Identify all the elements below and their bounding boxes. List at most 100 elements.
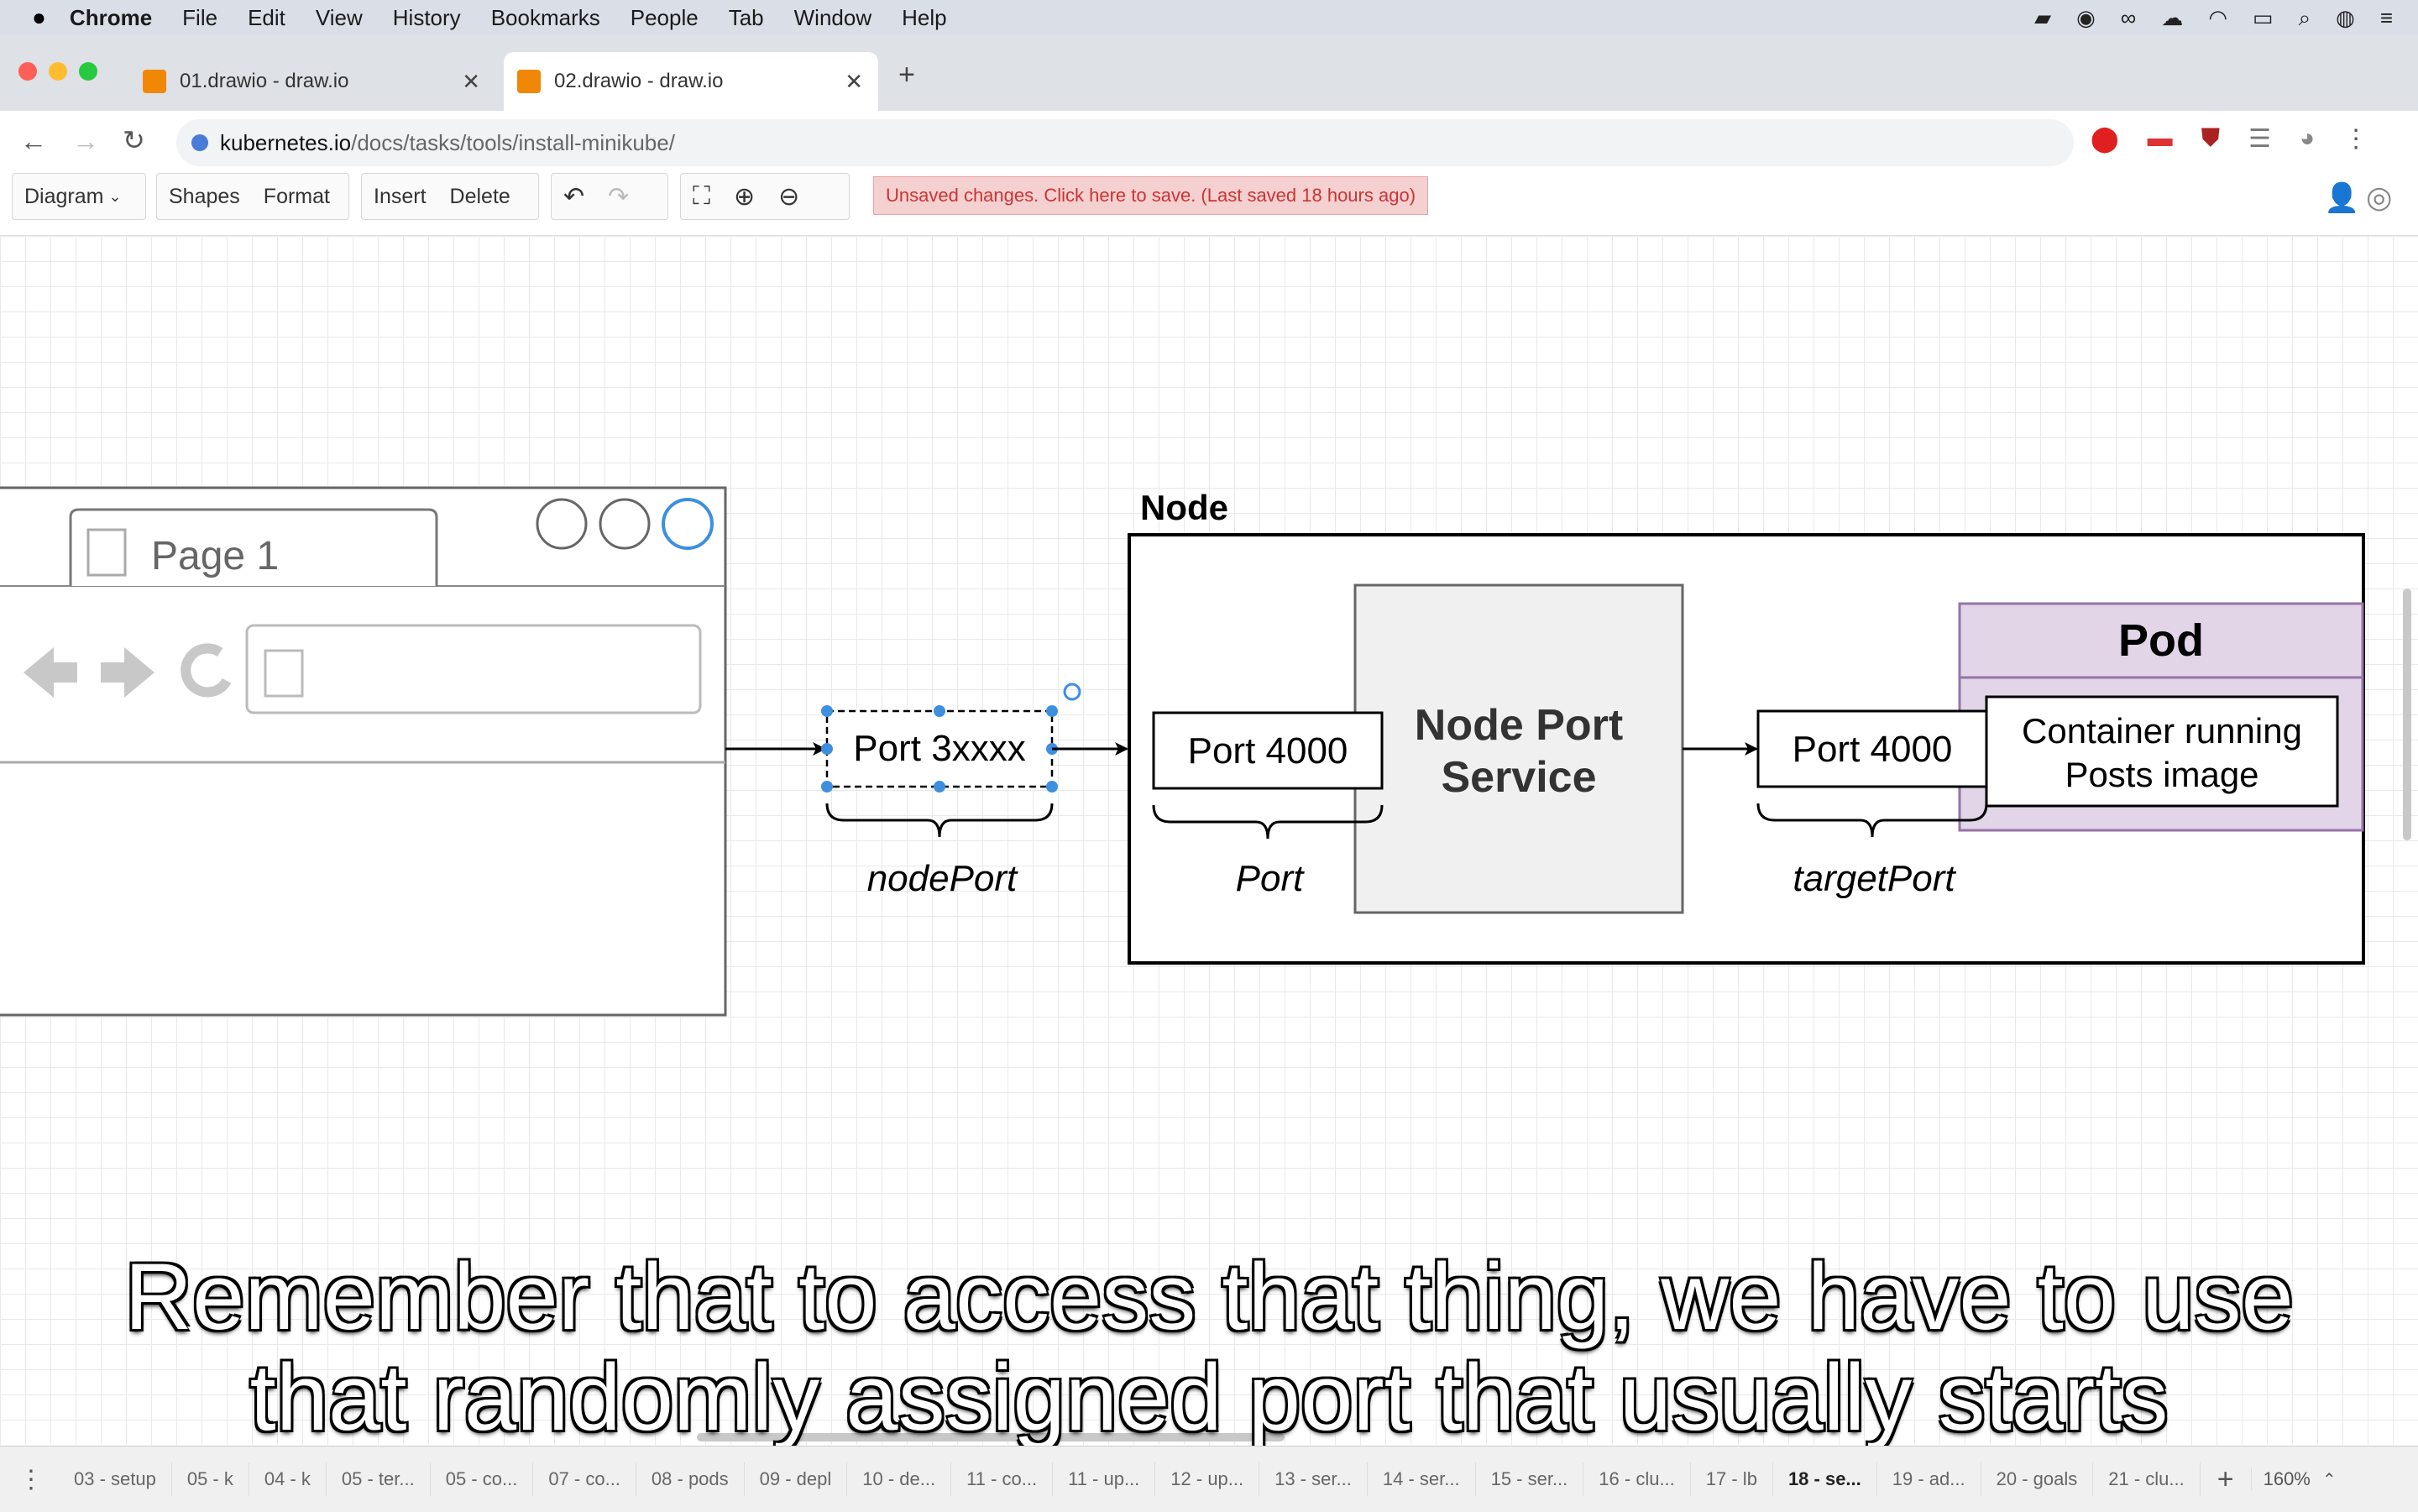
- docker-icon[interactable]: ▰: [2034, 5, 2051, 32]
- close-tab-icon[interactable]: ✕: [845, 69, 863, 95]
- siri-icon[interactable]: ◍: [2336, 5, 2355, 32]
- lines-extension-icon[interactable]: ☰: [2248, 124, 2271, 154]
- page-tab[interactable]: 08 - pods: [636, 1462, 745, 1496]
- shapes-format-group: Shapes Format: [156, 173, 349, 220]
- page-tab[interactable]: 04 - k: [249, 1462, 327, 1496]
- mockup-circle-icon: [536, 498, 588, 550]
- page-tab[interactable]: 16 - clu...: [1583, 1462, 1691, 1496]
- browser-mockup[interactable]: Page 1: [0, 486, 727, 1017]
- shapes-button[interactable]: Shapes: [169, 185, 240, 209]
- target-port-box-label: Port 4000: [1793, 729, 1953, 770]
- menu-edit[interactable]: Edit: [248, 5, 285, 31]
- page-tab[interactable]: 05 - co...: [431, 1462, 534, 1496]
- page-tab[interactable]: 19 - ad...: [1877, 1462, 1981, 1496]
- mockup-address-field: [245, 624, 702, 714]
- maximize-window-button[interactable]: [79, 62, 97, 81]
- page-tab[interactable]: 11 - up...: [1053, 1462, 1156, 1496]
- view-group: ⛶ ⊕ ⊖: [680, 173, 850, 220]
- shield-extension-icon[interactable]: ⛊: [2201, 124, 2221, 154]
- cloud-icon[interactable]: ☁: [2161, 5, 2183, 32]
- wifi-icon[interactable]: ◠: [2208, 5, 2227, 32]
- menu-history[interactable]: History: [393, 5, 461, 31]
- site-info-icon[interactable]: [191, 134, 208, 151]
- page-tab[interactable]: 07 - co...: [533, 1462, 636, 1496]
- macos-menu-bar: ● Chrome File Edit View History Bookmark…: [0, 0, 2418, 35]
- browser-tab-01[interactable]: 01.drawio - draw.io ✕: [134, 52, 495, 111]
- chrome-menu-icon[interactable]: ⋮: [2343, 124, 2368, 154]
- spotlight-search-icon[interactable]: ⌕: [2299, 5, 2311, 32]
- page-tab-active[interactable]: 18 - se...: [1773, 1462, 1877, 1496]
- menu-people[interactable]: People: [631, 5, 699, 31]
- page-tab[interactable]: 15 - ser...: [1476, 1462, 1584, 1496]
- vertical-scrollbar[interactable]: [2403, 589, 2411, 840]
- page-tab[interactable]: 10 - de...: [847, 1462, 952, 1496]
- forward-icon[interactable]: →: [72, 126, 99, 157]
- page-tab[interactable]: 03 - setup: [59, 1462, 172, 1496]
- extension-icon[interactable]: ▬: [2148, 124, 2173, 154]
- page-tab[interactable]: 05 - k: [172, 1462, 249, 1496]
- rotate-handle-icon[interactable]: [1063, 683, 1081, 701]
- subtitle-line-2: that randomly assigned port that usually…: [249, 1345, 2169, 1450]
- close-window-button[interactable]: [18, 62, 37, 81]
- apple-icon[interactable]: ●: [32, 4, 46, 31]
- browser-tab-strip: 01.drawio - draw.io ✕ 02.drawio - draw.i…: [0, 35, 2418, 111]
- menu-bookmarks[interactable]: Bookmarks: [491, 5, 600, 31]
- port-box-label: Port 4000: [1188, 730, 1348, 772]
- zoom-level[interactable]: 160%: [2250, 1468, 2322, 1490]
- profile-avatar-icon[interactable]: ◕: [2300, 124, 2315, 154]
- app-status-icon[interactable]: ◉: [2076, 5, 2096, 32]
- page-icon: [86, 528, 127, 577]
- undo-icon[interactable]: ↶: [563, 182, 584, 212]
- delete-button[interactable]: Delete: [450, 185, 510, 209]
- language-globe-icon[interactable]: ◎: [2366, 180, 2392, 215]
- page-tab[interactable]: 09 - depl: [745, 1462, 848, 1496]
- format-button[interactable]: Format: [264, 185, 330, 209]
- user-icon[interactable]: 👤: [2324, 181, 2359, 215]
- menu-window[interactable]: Window: [794, 5, 871, 31]
- opera-extension-icon[interactable]: ⬤: [2091, 124, 2119, 154]
- nodeport-label: nodePort: [867, 858, 1018, 899]
- chevron-up-icon[interactable]: ⌃: [2322, 1469, 2337, 1490]
- add-page-button[interactable]: +: [2201, 1463, 2251, 1496]
- page-tab[interactable]: 13 - ser...: [1259, 1462, 1368, 1496]
- new-tab-button[interactable]: +: [898, 59, 915, 92]
- diagram-menu[interactable]: Diagram ⌄: [12, 173, 146, 220]
- insert-delete-group: Insert Delete: [361, 173, 539, 220]
- back-icon[interactable]: ←: [20, 126, 47, 157]
- window-controls: [18, 62, 97, 81]
- extension-icons: ⬤ ▬ ⛊ ☰ ◕ ⋮: [2091, 124, 2368, 154]
- minimize-window-button[interactable]: [49, 62, 67, 81]
- pod-title: Pod: [2118, 615, 2204, 666]
- redo-icon[interactable]: ↷: [608, 182, 629, 212]
- menu-help[interactable]: Help: [902, 5, 946, 31]
- nodeport-port-box[interactable]: Port 3xxxx: [821, 683, 1081, 793]
- unsaved-changes-banner[interactable]: Unsaved changes. Click here to save. (La…: [873, 176, 1429, 215]
- mockup-circle-icon: [599, 498, 651, 550]
- pages-menu-icon[interactable]: ⋮: [0, 1465, 59, 1494]
- page-tab[interactable]: 21 - clu...: [2093, 1462, 2201, 1496]
- page-tab[interactable]: 14 - ser...: [1368, 1462, 1476, 1496]
- page-tab[interactable]: 05 - ter...: [327, 1462, 431, 1496]
- page-tab[interactable]: 11 - co...: [951, 1462, 1054, 1496]
- menu-app-chrome[interactable]: Chrome: [70, 5, 152, 31]
- zoom-out-icon[interactable]: ⊖: [778, 182, 799, 212]
- drawio-favicon-icon: [143, 70, 166, 93]
- service-label-line1: Node Port: [1415, 701, 1623, 750]
- zoom-in-icon[interactable]: ⊕: [734, 182, 755, 212]
- browser-tab-02-active[interactable]: 02.drawio - draw.io ✕: [504, 52, 878, 111]
- diagram-menu-label: Diagram: [24, 184, 104, 208]
- reload-icon[interactable]: ↻: [123, 124, 145, 156]
- insert-button[interactable]: Insert: [374, 185, 427, 209]
- glasses-icon[interactable]: ∞: [2121, 5, 2137, 32]
- fit-page-icon[interactable]: ⛶: [693, 182, 710, 211]
- menu-view[interactable]: View: [316, 5, 363, 31]
- close-tab-icon[interactable]: ✕: [462, 69, 480, 95]
- notification-center-icon[interactable]: ≡: [2380, 5, 2393, 32]
- menu-file[interactable]: File: [182, 5, 217, 31]
- page-tab[interactable]: 20 - goals: [1981, 1462, 2094, 1496]
- page-tab[interactable]: 12 - up...: [1155, 1462, 1260, 1496]
- menu-tab[interactable]: Tab: [729, 5, 764, 31]
- page-tab[interactable]: 17 - lb: [1691, 1462, 1773, 1496]
- battery-icon[interactable]: ▭: [2253, 5, 2274, 32]
- address-input[interactable]: kubernetes.io /docs/tasks/tools/install-…: [176, 119, 2074, 166]
